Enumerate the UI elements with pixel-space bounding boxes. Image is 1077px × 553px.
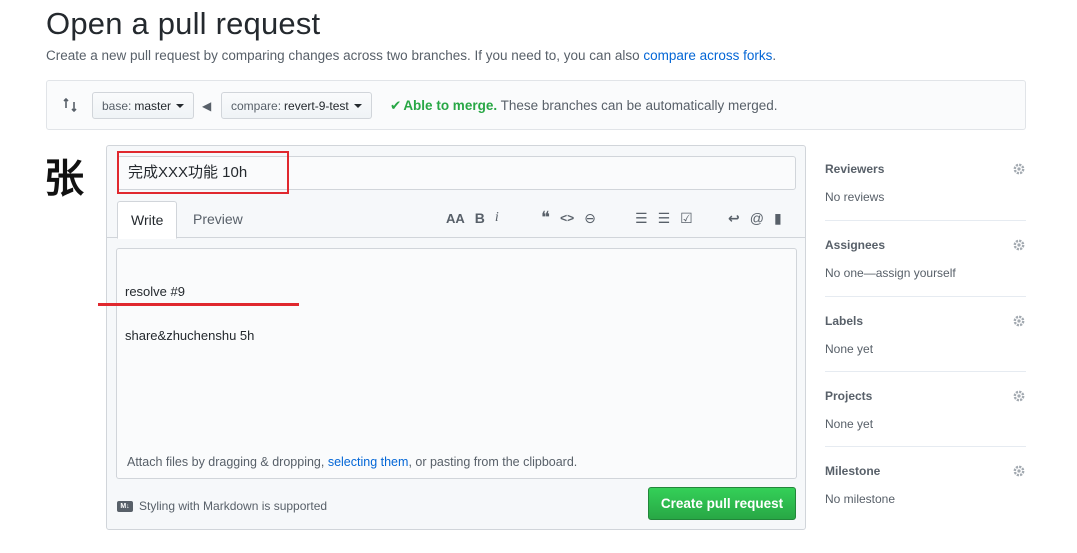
pull-request-form: 完成XXX功能 10h Write Preview AA B i ❝ <> ⊖ … xyxy=(106,145,806,530)
attach-prefix: Attach files by dragging & dropping, xyxy=(127,455,328,469)
select-files-link[interactable]: selecting them xyxy=(328,455,409,469)
markdown-icon: M↓ xyxy=(117,500,133,512)
ordered-list-icon[interactable]: ☰ xyxy=(658,208,671,228)
link-icon[interactable]: ⊖ xyxy=(584,208,596,228)
merge-message: These branches can be automatically merg… xyxy=(497,98,778,113)
base-branch-select[interactable]: base: master xyxy=(92,92,195,119)
chevron-down-icon xyxy=(353,103,362,108)
tab-write[interactable]: Write xyxy=(117,201,178,239)
handwritten-annotation: 张 xyxy=(44,155,84,202)
gear-icon[interactable] xyxy=(1012,238,1026,252)
gear-icon[interactable] xyxy=(1012,464,1026,478)
compare-branch-select[interactable]: compare: revert-9-test xyxy=(221,92,372,119)
sidebar-reviewers[interactable]: Reviewers No reviews xyxy=(825,145,1026,221)
sidebar-assignees[interactable]: Assignees No one—assign yourself xyxy=(825,221,1026,297)
bookmark-icon[interactable]: ▮ xyxy=(774,208,782,228)
sidebar-label: Labels xyxy=(825,314,864,328)
reply-icon[interactable]: ↩ xyxy=(728,208,740,228)
sidebar-value: None yet xyxy=(825,417,874,431)
body-line: share&zhuchenshu 5h xyxy=(125,328,255,343)
compare-prefix: compare: xyxy=(231,98,282,113)
branch-range-bar: base: master ◀ compare: revert-9-test ✔ A… xyxy=(46,80,1026,130)
discussion-sidebar: Reviewers No reviews Assignees No one—as… xyxy=(825,145,1026,523)
sidebar-label: Assignees xyxy=(825,238,886,252)
sidebar-label: Reviewers xyxy=(825,162,885,176)
file-attachment-bar[interactable]: Attach files by dragging & dropping, sel… xyxy=(116,447,797,479)
gear-icon[interactable] xyxy=(1012,389,1026,403)
toolbar-group-extra: ↩ @ ▮ xyxy=(728,208,792,228)
arrow-left-icon: ◀ xyxy=(202,99,212,113)
title-highlight-annotation xyxy=(117,151,289,194)
mention-icon[interactable]: @ xyxy=(750,208,764,228)
sidebar-value: No one—assign yourself xyxy=(825,266,956,280)
toolbar-group-insert: ❝ <> ⊖ xyxy=(541,208,606,228)
code-icon[interactable]: <> xyxy=(560,208,574,228)
sidebar-milestone[interactable]: Milestone No milestone xyxy=(825,447,1026,523)
unordered-list-icon[interactable]: ☰ xyxy=(635,208,648,228)
check-icon: ✔ xyxy=(390,98,402,113)
page-subtitle: Create a new pull request by comparing c… xyxy=(46,48,776,63)
sidebar-value: No reviews xyxy=(825,190,885,204)
subtitle-end: . xyxy=(772,48,777,63)
quote-icon[interactable]: ❝ xyxy=(541,208,550,228)
merge-ok-label: Able to merge. xyxy=(403,98,498,113)
sidebar-label: Milestone xyxy=(825,464,881,478)
subtitle-text: Create a new pull request by comparing c… xyxy=(46,48,644,63)
chevron-down-icon xyxy=(176,103,185,108)
gear-icon[interactable] xyxy=(1012,314,1026,328)
markdown-note-text: Styling with Markdown is supported xyxy=(139,499,328,513)
pr-body-textarea[interactable]: resolve #9 share&zhuchenshu 5h xyxy=(116,248,797,477)
sidebar-projects[interactable]: Projects None yet xyxy=(825,372,1026,447)
compare-branches-icon[interactable] xyxy=(62,97,78,113)
body-underline-annotation xyxy=(98,303,299,306)
toolbar-group-text: AA B i xyxy=(446,208,509,228)
gear-icon[interactable] xyxy=(1012,162,1026,176)
markdown-note[interactable]: M↓ Styling with Markdown is supported xyxy=(117,499,327,513)
compare-branch-value: revert-9-test xyxy=(284,98,349,113)
task-list-icon[interactable]: ☑ xyxy=(680,208,693,228)
sidebar-value: None yet xyxy=(825,342,874,356)
bold-icon[interactable]: B xyxy=(475,208,485,228)
merge-status: ✔ Able to merge. These branches can be au… xyxy=(390,98,778,114)
tab-preview[interactable]: Preview xyxy=(180,201,256,238)
create-pull-request-button[interactable]: Create pull request xyxy=(648,487,796,520)
italic-icon[interactable]: i xyxy=(495,208,499,228)
attach-suffix: , or pasting from the clipboard. xyxy=(408,455,578,469)
sidebar-label: Projects xyxy=(825,389,873,403)
base-prefix: base: xyxy=(102,98,132,113)
toolbar-group-lists: ☰ ☰ ☑ xyxy=(635,208,703,228)
header-icon[interactable]: AA xyxy=(446,208,465,228)
sidebar-value: No milestone xyxy=(825,492,896,506)
sidebar-labels[interactable]: Labels None yet xyxy=(825,297,1026,372)
page-title: Open a pull request xyxy=(46,6,321,41)
body-line: resolve #9 xyxy=(125,284,185,299)
base-branch-value: master xyxy=(134,98,172,113)
compare-across-forks-link[interactable]: compare across forks xyxy=(643,48,772,63)
